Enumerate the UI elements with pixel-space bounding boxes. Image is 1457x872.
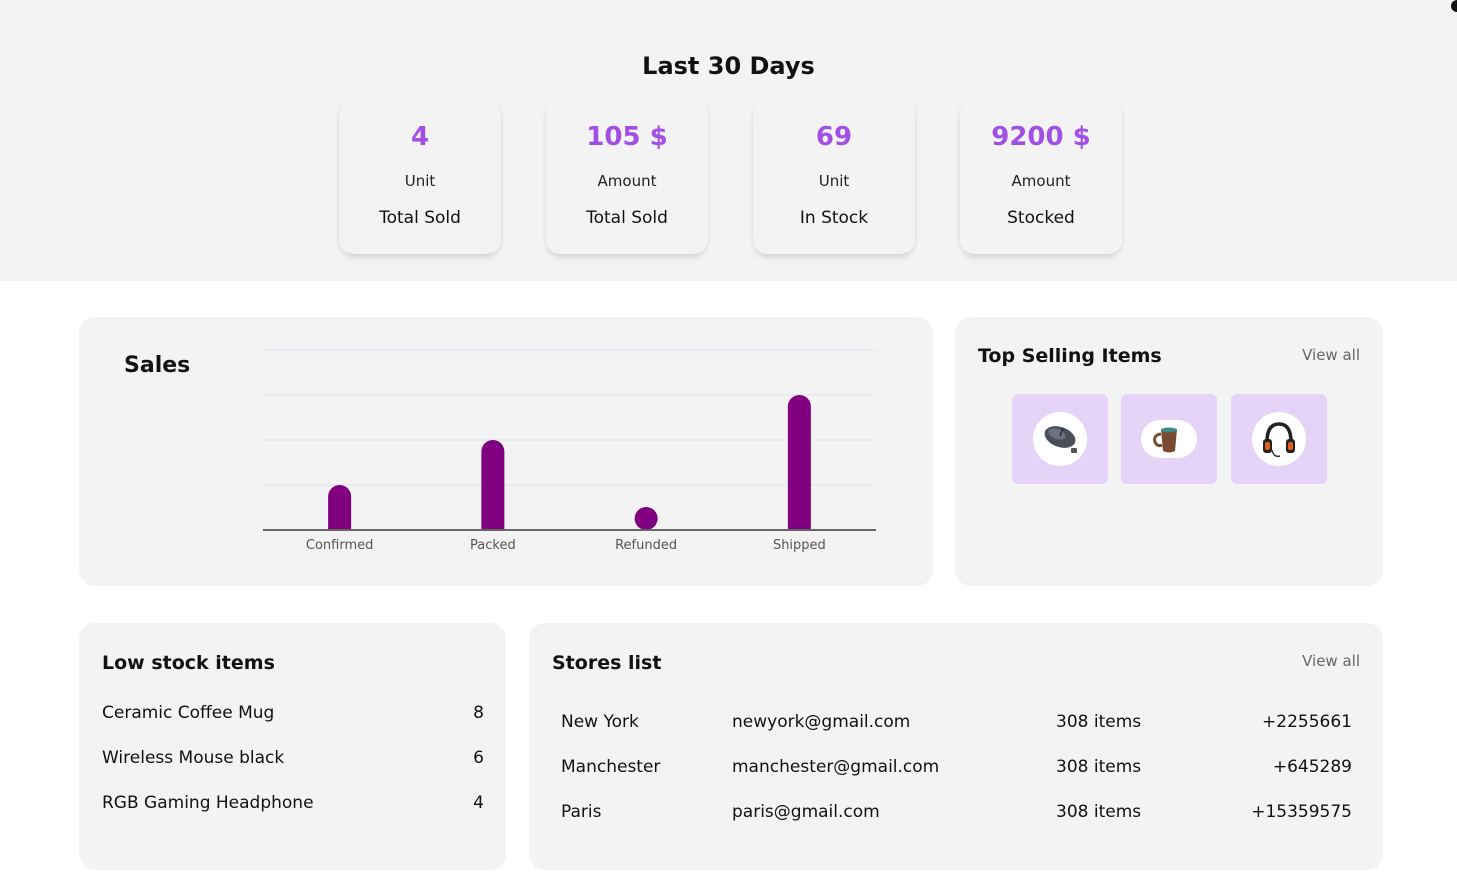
stat-unit: Unit (818, 172, 850, 190)
store-city: Manchester (561, 757, 661, 777)
stores-title: Stores list (552, 652, 662, 674)
period-title: Last 30 Days (642, 52, 815, 80)
store-items: 308 items (1056, 712, 1142, 732)
summary-band: Last 30 Days 4 Unit Total Sold 105 $ Amo… (0, 0, 1457, 281)
bar-shipped (787, 395, 811, 542)
top-item-mouse[interactable] (1012, 394, 1108, 484)
low-stock-title: Low stock items (102, 652, 275, 674)
low-stock-row: RGB Gaming Headphone 4 (102, 793, 484, 819)
low-stock-item-count: 4 (473, 793, 484, 813)
stores-view-all-link[interactable]: View all (1302, 652, 1360, 670)
stat-label: In Stock (799, 208, 869, 228)
stat-label: Total Sold (379, 208, 461, 228)
bar-refunded (634, 507, 658, 530)
store-city: Paris (561, 802, 602, 822)
sales-panel: Confirmed Packed Refunded Shipped Sales (79, 317, 933, 586)
store-email: newyork@gmail.com (732, 712, 911, 732)
store-phone: +2255661 (1262, 712, 1352, 732)
low-stock-item-name: Ceramic Coffee Mug (102, 703, 275, 723)
mouse-icon (1033, 412, 1087, 466)
stat-card-in-stock: 69 Unit In Stock (753, 100, 915, 254)
store-email: paris@gmail.com (732, 802, 880, 822)
x-tick-label: Refunded (615, 538, 677, 553)
store-phone: +645289 (1272, 757, 1352, 777)
stores-panel: Stores list View all New York newyork@gm… (529, 623, 1383, 870)
store-row: Paris paris@gmail.com 308 items +1535957… (561, 802, 1352, 828)
stat-label: Stocked (1007, 208, 1075, 228)
stat-unit: Amount (597, 172, 657, 190)
stat-card-total-sold-units: 4 Unit Total Sold (339, 100, 501, 254)
store-row: New York newyork@gmail.com 308 items +22… (561, 712, 1352, 738)
low-stock-row: Ceramic Coffee Mug 8 (102, 703, 484, 729)
low-stock-panel: Low stock items Ceramic Coffee Mug 8 Wir… (79, 623, 506, 870)
sales-title: Sales (124, 353, 191, 378)
store-phone: +15359575 (1251, 802, 1352, 822)
x-tick-label: Shipped (773, 538, 826, 553)
top-item-headphone[interactable] (1231, 394, 1327, 484)
stat-value: 9200 $ (991, 122, 1091, 152)
low-stock-row: Wireless Mouse black 6 (102, 748, 484, 774)
low-stock-item-name: Wireless Mouse black (102, 748, 285, 768)
top-selling-panel: Top Selling Items View all (955, 317, 1383, 586)
sales-chart: Confirmed Packed Refunded Shipped (263, 349, 876, 553)
top-selling-title: Top Selling Items (978, 345, 1162, 367)
low-stock-item-count: 6 (473, 748, 484, 768)
top-selling-view-all-link[interactable]: View all (1302, 346, 1360, 364)
x-tick-label: Confirmed (306, 538, 374, 553)
stat-value: 4 (410, 122, 430, 152)
mug-icon (1141, 420, 1197, 458)
store-city: New York (561, 712, 639, 732)
store-row: Manchester manchester@gmail.com 308 item… (561, 757, 1352, 783)
top-item-mug[interactable] (1121, 394, 1217, 484)
stat-value: 69 (815, 122, 853, 152)
stat-unit: Unit (404, 172, 436, 190)
low-stock-item-count: 8 (473, 703, 484, 723)
store-items: 308 items (1056, 757, 1142, 777)
stat-unit: Amount (1011, 172, 1071, 190)
stat-card-total-sold-amount: 105 $ Amount Total Sold (546, 100, 708, 254)
bar-packed (481, 440, 505, 542)
store-items: 308 items (1056, 802, 1142, 822)
store-email: manchester@gmail.com (732, 757, 940, 777)
scroll-indicator-dot (1451, 0, 1457, 12)
stat-value: 105 $ (586, 122, 668, 152)
low-stock-item-name: RGB Gaming Headphone (102, 793, 314, 813)
headphone-icon (1252, 412, 1306, 466)
stat-label: Total Sold (586, 208, 668, 228)
stat-card-stocked-amount: 9200 $ Amount Stocked (960, 100, 1122, 254)
x-tick-label: Packed (470, 538, 516, 553)
